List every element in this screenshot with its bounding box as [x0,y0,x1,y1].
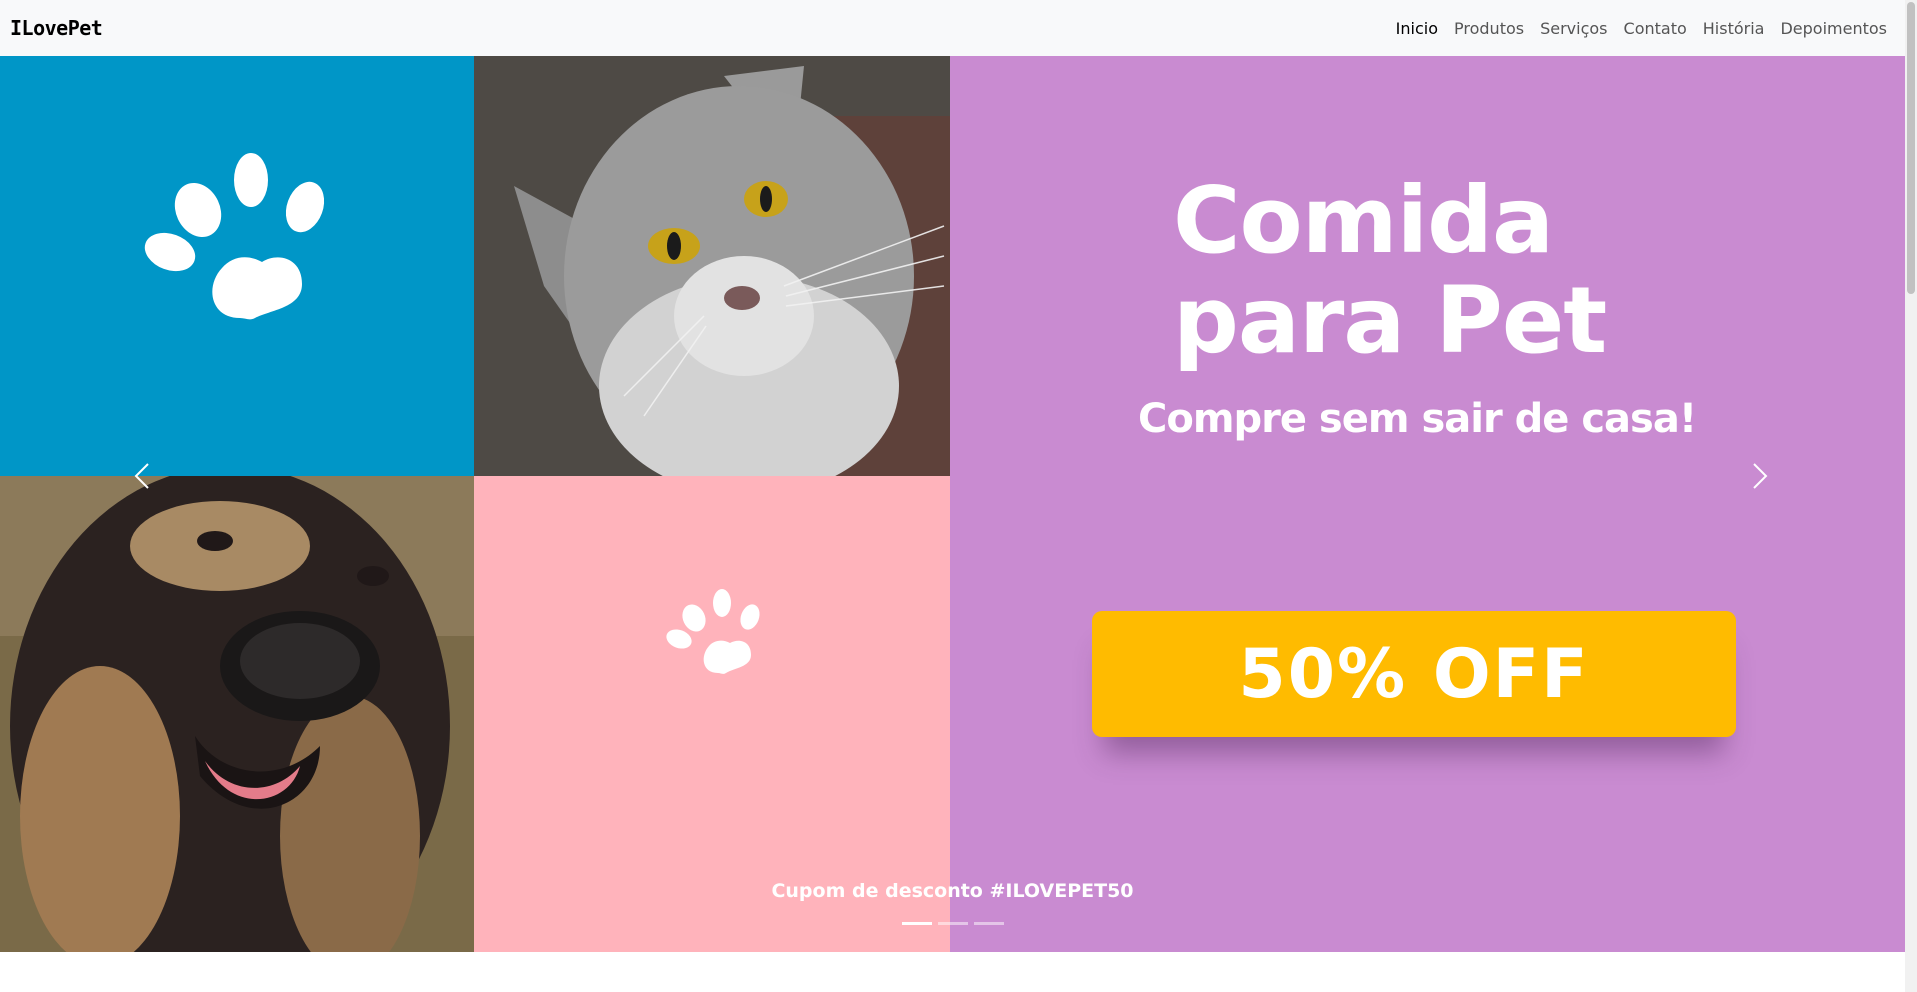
headline-line1: Comida [1173,167,1554,274]
scrollbar-thumb[interactable] [1907,2,1915,294]
discount-badge: 50% OFF [1092,611,1736,737]
subheadline: Compre sem sair de casa! [1138,396,1697,442]
carousel-indicator-2[interactable] [937,922,968,925]
carousel-indicator-3[interactable] [973,922,1004,925]
nav-historia[interactable]: História [1695,19,1773,38]
carousel-indicator-1[interactable] [901,922,932,925]
page-scrollbar[interactable] [1905,0,1917,992]
headline: Comida para Pet [1173,167,1607,374]
main-nav: Inicio Produtos Serviços Contato Históri… [1388,19,1895,38]
blue-paw-tile [0,56,474,476]
promo-panel: Comida para Pet Compre sem sair de casa!… [950,56,1905,952]
carousel-indicators [0,922,1905,925]
headline-line2: para Pet [1173,267,1607,374]
nav-depoimentos[interactable]: Depoimentos [1772,19,1895,38]
chevron-right-icon [1753,463,1768,489]
cat-photo [474,56,950,476]
nav-produtos[interactable]: Produtos [1446,19,1532,38]
paw-icon [144,153,325,320]
navbar: ILovePet Inicio Produtos Serviços Contat… [0,0,1905,56]
carousel-next-button[interactable] [1740,456,1780,496]
nav-servicos[interactable]: Serviços [1532,19,1615,38]
cat-illustration [474,56,950,476]
brand-logo[interactable]: ILovePet [10,16,103,40]
hero-carousel: Comida para Pet Compre sem sair de casa!… [0,56,1905,952]
carousel-prev-button[interactable] [122,456,162,496]
nav-contato[interactable]: Contato [1616,19,1695,38]
nav-inicio[interactable]: Inicio [1388,19,1446,38]
chevron-left-icon [134,463,149,489]
carousel-caption: Cupom de desconto #ILOVEPET50 [771,880,1134,902]
